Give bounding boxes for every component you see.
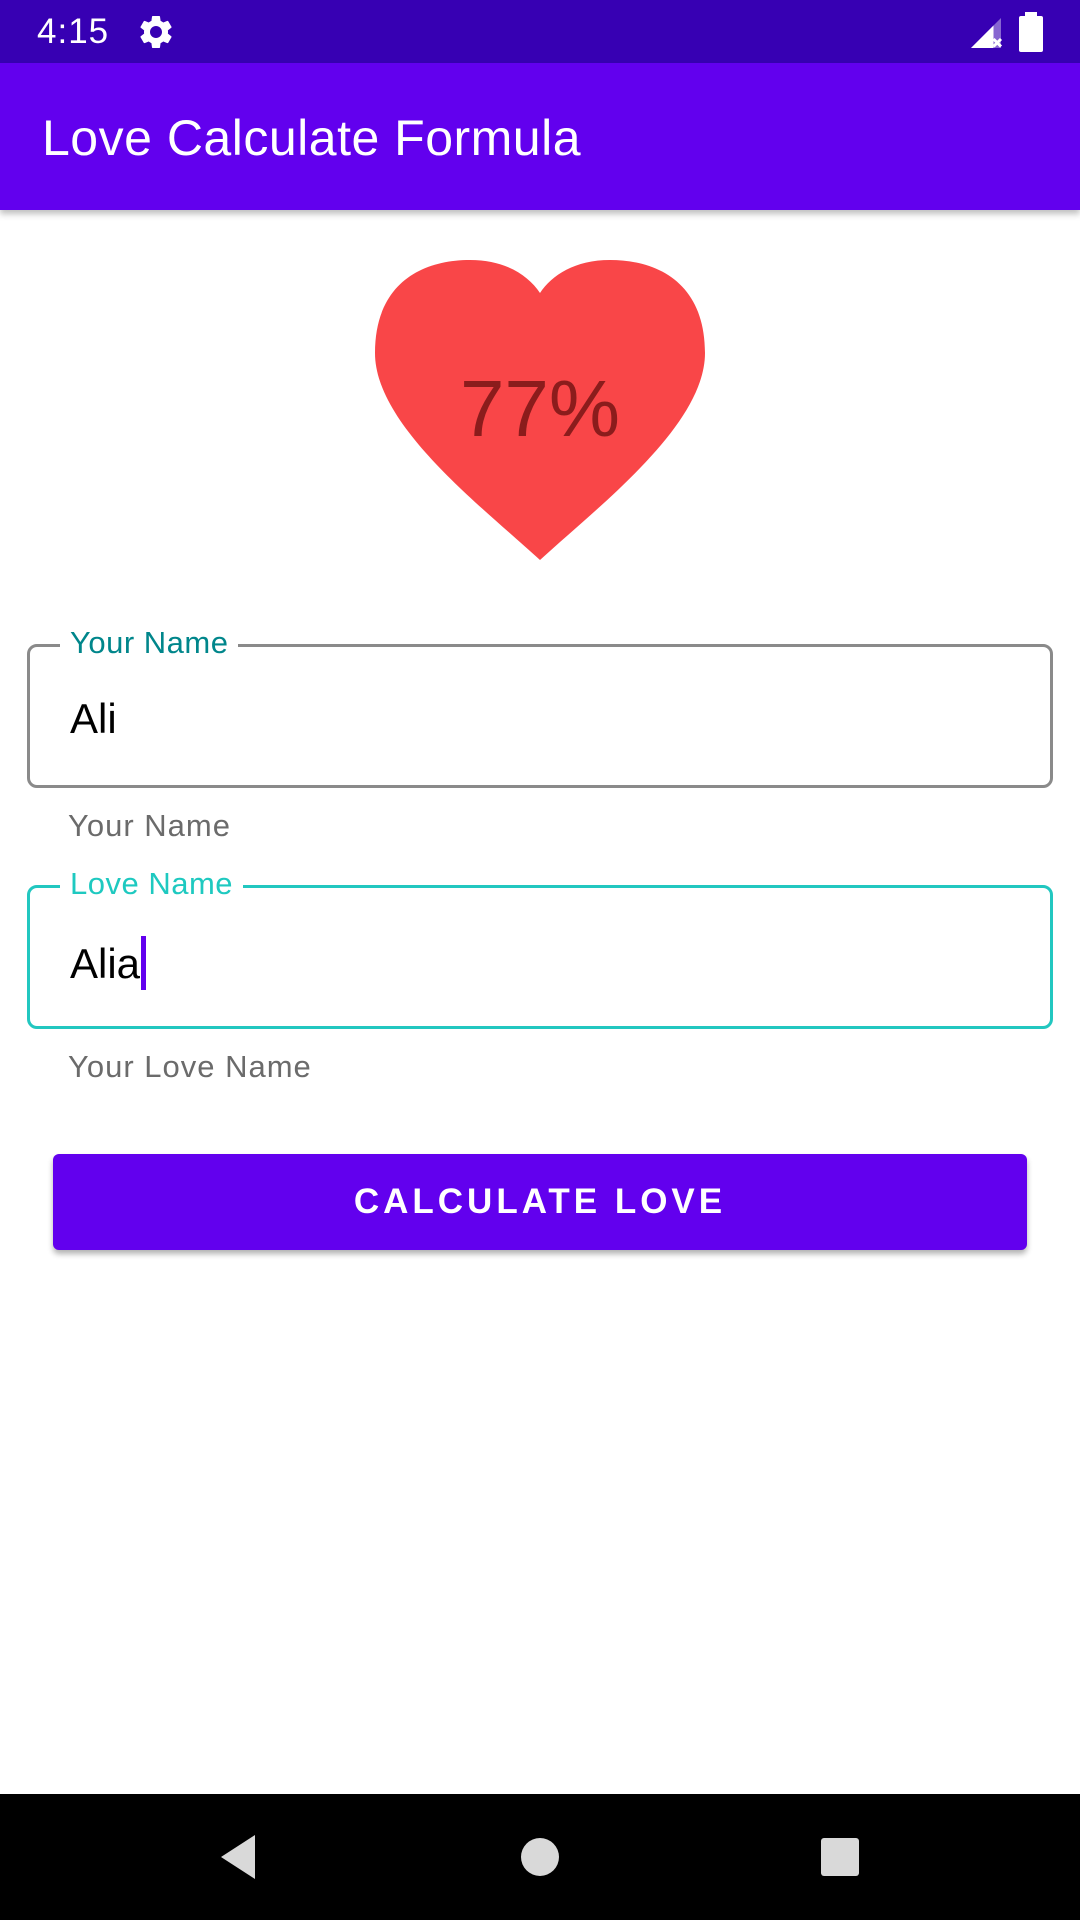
your-name-label: Your Name: [60, 625, 239, 661]
recents-button[interactable]: [780, 1794, 900, 1920]
status-bar: 4:15: [0, 0, 1080, 63]
love-name-input[interactable]: Alia: [70, 940, 140, 987]
love-name-helper: Your Love Name: [68, 1049, 312, 1084]
love-result: 77%: [370, 255, 710, 565]
navigation-bar: [0, 1794, 1080, 1920]
battery-icon: [1019, 12, 1043, 52]
calculate-love-button[interactable]: CALCULATE LOVE: [53, 1154, 1027, 1250]
your-name-helper: Your Name: [68, 808, 231, 843]
love-name-label: Love Name: [60, 866, 244, 902]
love-name-input-wrap[interactable]: Alia: [70, 936, 147, 990]
page-title: Love Calculate Formula: [42, 110, 582, 166]
back-icon: [221, 1835, 255, 1879]
your-name-input[interactable]: Ali: [70, 695, 117, 743]
home-button[interactable]: [480, 1794, 600, 1920]
gear-icon: [136, 12, 176, 52]
recents-icon: [821, 1838, 859, 1876]
back-button[interactable]: [180, 1794, 300, 1920]
love-percentage: 77%: [459, 364, 621, 453]
your-name-field[interactable]: Your Name Ali: [27, 625, 1053, 788]
app-bar: Love Calculate Formula: [0, 63, 1080, 210]
text-cursor: [141, 936, 147, 990]
status-time: 4:15: [37, 12, 110, 51]
home-icon: [521, 1838, 559, 1876]
love-name-field[interactable]: Love Name Alia: [27, 866, 1053, 1029]
signal-icon: [968, 15, 1004, 51]
